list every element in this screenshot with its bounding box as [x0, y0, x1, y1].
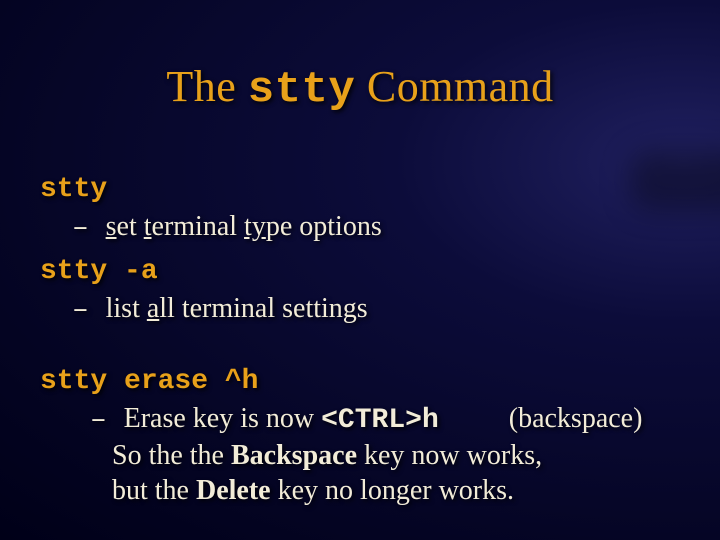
title-cmd: stty: [248, 65, 356, 115]
command-stty: stty: [40, 170, 690, 207]
slide-body: stty – set terminal type options stty -a…: [40, 170, 690, 508]
command-stty-erase: stty erase ^h: [40, 362, 690, 399]
cmd-text: stty: [40, 174, 107, 205]
command-stty-a: stty -a: [40, 252, 690, 289]
cmd-text: stty -a: [40, 256, 158, 287]
desc-stty-erase: – Erase key is now <CTRL>h(backspace) So…: [40, 401, 690, 508]
spacer: [40, 334, 690, 362]
title-post: Command: [355, 62, 553, 111]
slide: { "title": { "pre": "The ", "cmd": "stty…: [0, 0, 720, 540]
desc-stty: – set terminal type options: [40, 209, 690, 246]
title-pre: The: [166, 62, 247, 111]
cmd-text: stty erase ^h: [40, 366, 258, 397]
desc-stty-a: – list all terminal settings: [40, 291, 690, 328]
slide-title: The stty Command: [0, 65, 720, 112]
